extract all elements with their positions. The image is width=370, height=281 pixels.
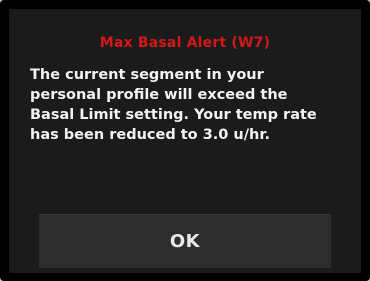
- alert-message: The current segment in your personal pro…: [30, 65, 350, 145]
- alert-screen: Max Basal Alert (W7) The current segment…: [9, 9, 361, 273]
- alert-message-line: The current segment in your: [30, 67, 264, 83]
- ok-button[interactable]: OK: [39, 214, 331, 268]
- alert-message-line: personal profile will exceed the: [30, 87, 288, 103]
- alert-message-line: has been reduced to 3.0 u/hr.: [30, 127, 270, 143]
- alert-title: Max Basal Alert (W7): [99, 35, 271, 51]
- device-bezel: Max Basal Alert (W7) The current segment…: [0, 0, 370, 281]
- alert-message-line: Basal Limit setting. Your temp rate: [30, 107, 317, 123]
